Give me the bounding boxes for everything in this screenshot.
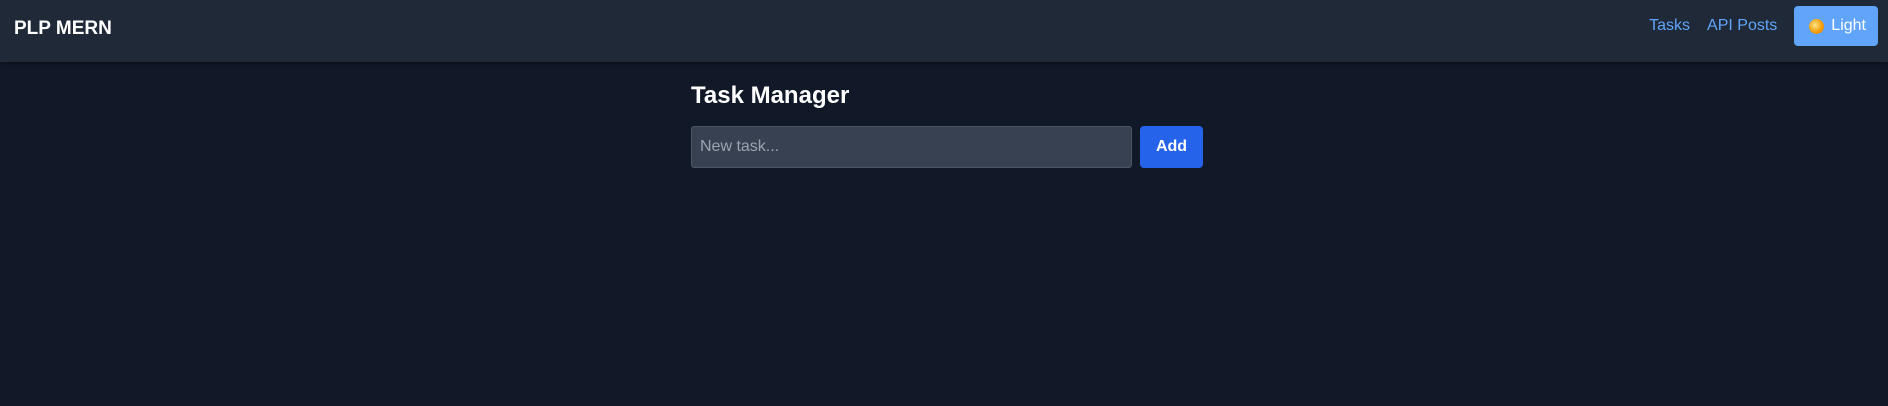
brand-logo[interactable]: PLP MERN: [14, 17, 112, 41]
sun-icon: [1809, 18, 1825, 34]
nav-links: Tasks API Posts Light: [1649, 6, 1878, 46]
new-task-input[interactable]: [691, 126, 1132, 168]
theme-toggle-label: Light: [1831, 17, 1866, 34]
add-task-form: Add: [691, 126, 1203, 168]
add-task-button[interactable]: Add: [1140, 126, 1203, 168]
theme-toggle-button[interactable]: Light: [1794, 6, 1878, 46]
nav-link-tasks[interactable]: Tasks: [1649, 17, 1690, 35]
page-title: Task Manager: [691, 82, 850, 109]
nav-link-api-posts[interactable]: API Posts: [1707, 17, 1777, 35]
task-manager-section: Task Manager Add: [691, 80, 1203, 168]
navbar: PLP MERN Tasks API Posts Light: [0, 0, 1888, 62]
